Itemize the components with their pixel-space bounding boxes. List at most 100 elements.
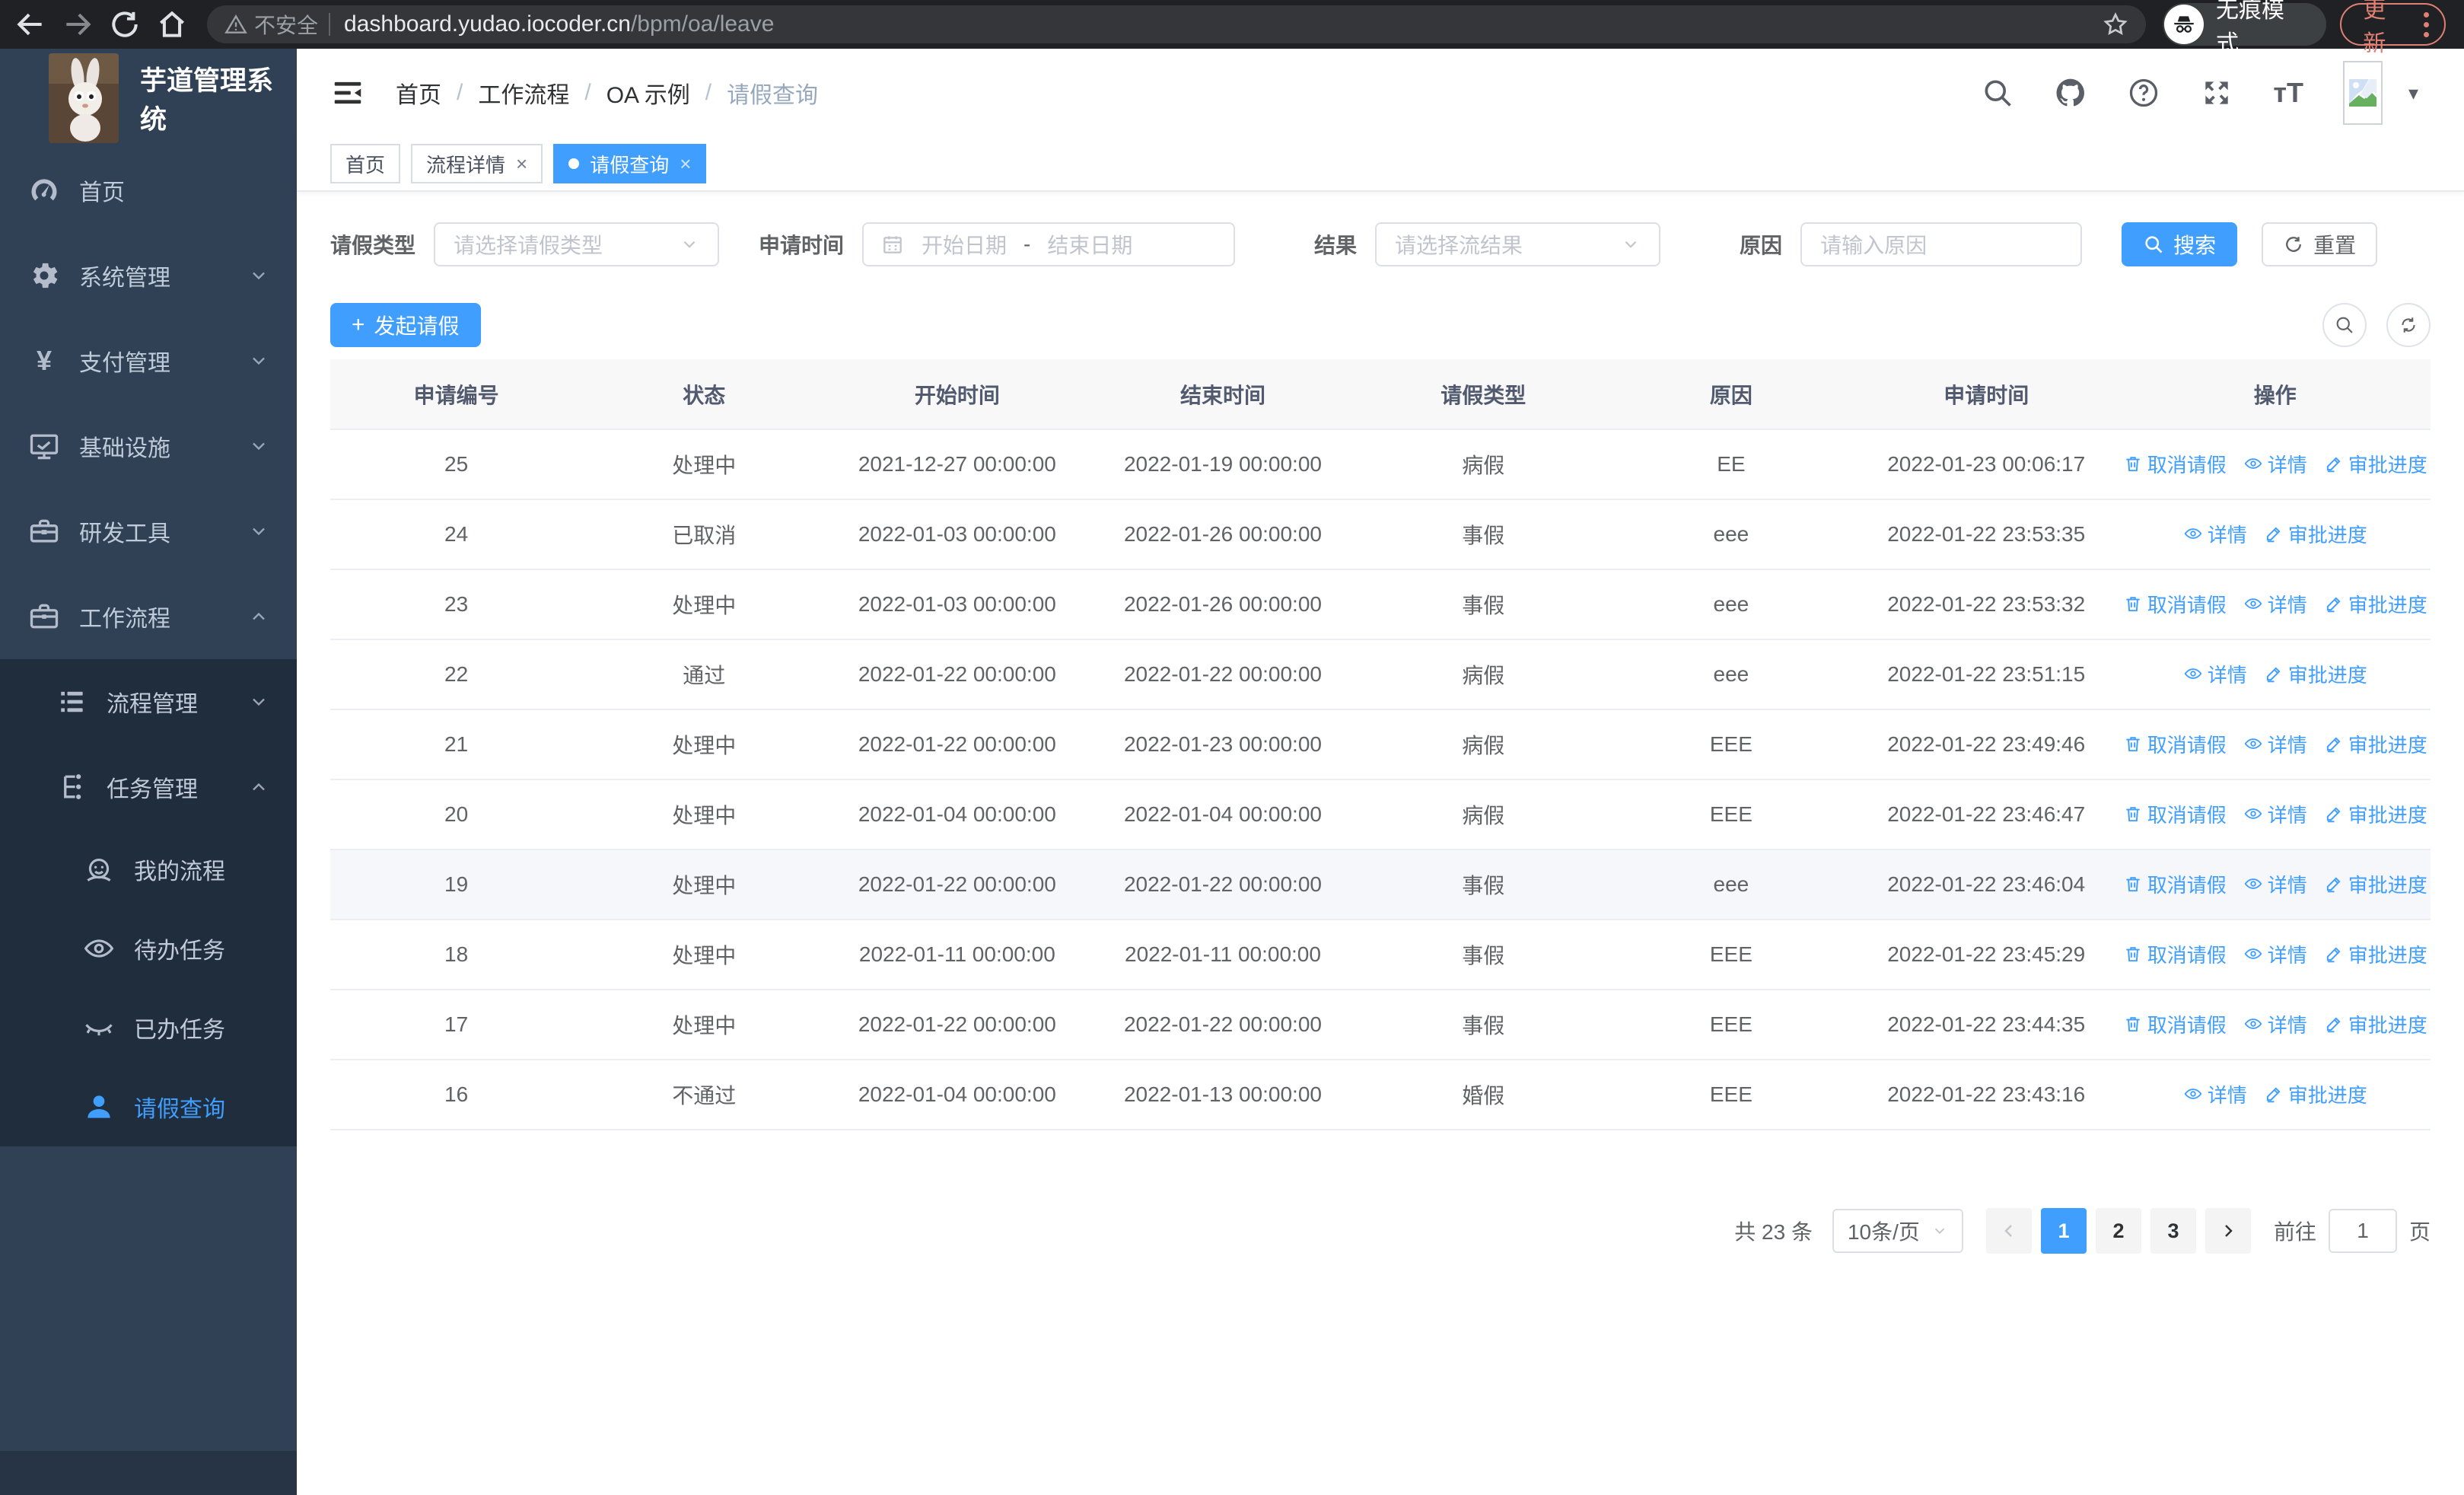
close-icon[interactable]: × [680,152,691,176]
forward-icon[interactable] [61,8,94,41]
sidebar-item-10[interactable]: 已办任务 [0,988,297,1067]
cell-start: 2022-01-04 00:00:00 [826,1060,1089,1130]
close-icon[interactable]: × [516,152,527,176]
trash-icon [2123,594,2143,614]
breadcrumb-separator: / [457,80,463,105]
breadcrumb-item[interactable]: 工作流程 [478,76,569,110]
cancel-action-link[interactable]: 取消请假 [2123,450,2227,478]
next-page-button[interactable] [2205,1208,2251,1254]
detail-action-link[interactable]: 详情 [2243,940,2307,968]
progress-action-label: 审批进度 [2348,803,2427,827]
font-size-icon[interactable]: тT [2273,76,2303,110]
sidebar-item-4[interactable]: 研发工具 [0,489,297,574]
progress-action-link[interactable]: 审批进度 [2324,1010,2427,1038]
chevron-up-icon [248,776,269,798]
chevron-right-icon [2219,1222,2237,1240]
create-leave-button[interactable]: + 发起请假 [330,303,481,347]
tab-请假查询[interactable]: 请假查询 × [553,144,707,183]
page-size-select[interactable]: 10条/页 [1832,1209,1963,1253]
result-select[interactable]: 请选择流结果 [1375,222,1661,266]
detail-action-link[interactable]: 详情 [2183,1080,2247,1108]
tab-首页[interactable]: 首页 [330,144,401,183]
bookmark-star-icon[interactable] [2102,11,2129,38]
progress-action-link[interactable]: 审批进度 [2324,590,2427,618]
leave-type-select[interactable]: 请选择请假类型 [434,222,720,266]
reset-button[interactable]: 重置 [2262,222,2378,266]
cancel-action-link[interactable]: 取消请假 [2123,940,2227,968]
prev-page-button[interactable] [1985,1208,2032,1254]
table-header-row: 申请编号 状态 开始时间 结束时间 请假类型 原因 申请时间 操作 [330,359,2431,430]
progress-action-link[interactable]: 审批进度 [2324,870,2427,898]
reason-placeholder: 请输入原因 [1820,234,1928,257]
progress-action-link[interactable]: 审批进度 [2264,1080,2367,1108]
sidebar-item-0[interactable]: 首页 [0,148,297,233]
breadcrumb-item[interactable]: 首页 [396,76,441,110]
sidebar-item-6[interactable]: 流程管理 [0,659,297,744]
cancel-action-link[interactable]: 取消请假 [2123,590,2227,618]
browser-menu-icon[interactable] [2424,11,2429,37]
refresh-table-button[interactable] [2386,303,2431,347]
sidebar-item-5[interactable]: 工作流程 [0,574,297,659]
sidebar-fold-icon[interactable] [330,75,365,110]
goto-page-input[interactable]: 1 [2328,1209,2397,1253]
cell-actions: 取消请假 详情 审批进度 [2119,920,2431,990]
security-label[interactable]: 不安全 [254,9,318,40]
reason-input[interactable]: 请输入原因 [1800,222,2083,266]
page-button-2[interactable]: 2 [2095,1208,2141,1254]
detail-action-link[interactable]: 详情 [2243,1010,2307,1038]
breadcrumb-item[interactable]: OA 示例 [606,76,690,110]
progress-action-link[interactable]: 审批进度 [2324,450,2427,478]
progress-action-link[interactable]: 审批进度 [2264,520,2367,548]
app-logo[interactable]: 芋道管理系统 [0,49,297,148]
search-button[interactable]: 搜索 [2122,222,2238,266]
search-button-label: 搜索 [2173,234,2217,257]
cell-id: 22 [330,639,583,710]
sidebar-item-11[interactable]: 请假查询 [0,1067,297,1146]
progress-action-link[interactable]: 审批进度 [2264,660,2367,688]
detail-action-link[interactable]: 详情 [2183,660,2247,688]
sidebar-item-7[interactable]: 任务管理 [0,744,297,830]
cancel-action-link[interactable]: 取消请假 [2123,800,2227,828]
toggle-search-button[interactable] [2322,303,2367,347]
apply-time-range-picker[interactable]: 开始日期 - 结束日期 [862,222,1236,266]
help-icon[interactable] [2127,76,2160,110]
back-icon[interactable] [14,8,47,41]
progress-action-link[interactable]: 审批进度 [2324,940,2427,968]
reload-icon[interactable] [108,8,142,41]
page-button-3[interactable]: 3 [2150,1208,2196,1254]
sidebar-item-2[interactable]: ¥ 支付管理 [0,318,297,403]
progress-action-label: 审批进度 [2348,873,2427,897]
home-icon[interactable] [155,8,189,41]
cell-end: 2022-01-13 00:00:00 [1088,1060,1358,1130]
detail-action-link[interactable]: 详情 [2243,730,2307,758]
detail-action-link[interactable]: 详情 [2243,450,2307,478]
avatar-caret-icon[interactable]: ▾ [2396,81,2431,105]
cancel-action-link[interactable]: 取消请假 [2123,1010,2227,1038]
sidebar-item-1[interactable]: 系统管理 [0,233,297,318]
browser-update-button[interactable]: 更新 [2340,0,2446,56]
progress-action-link[interactable]: 审批进度 [2324,800,2427,828]
cancel-action-link[interactable]: 取消请假 [2123,730,2227,758]
tab-流程详情[interactable]: 流程详情 × [411,144,543,183]
progress-action-link[interactable]: 审批进度 [2324,730,2427,758]
github-icon[interactable] [2054,76,2087,110]
sidebar-item-label: 我的流程 [134,859,225,885]
cell-actions: 取消请假 详情 审批进度 [2119,850,2431,920]
sidebar-collapse-bar[interactable] [0,1451,297,1495]
edit-icon [2264,1084,2284,1104]
sidebar-item-label: 支付管理 [79,351,170,376]
detail-action-link[interactable]: 详情 [2183,520,2247,548]
avatar[interactable] [2342,61,2383,125]
page-button-1[interactable]: 1 [2040,1208,2087,1254]
detail-action-link[interactable]: 详情 [2243,590,2307,618]
fullscreen-icon[interactable] [2200,76,2233,110]
sidebar-item-8[interactable]: 我的流程 [0,830,297,909]
cell-reason: EEE [1609,990,1853,1060]
cancel-action-link[interactable]: 取消请假 [2123,870,2227,898]
sidebar-item-3[interactable]: 基础设施 [0,403,297,489]
address-bar[interactable]: 不安全 dashboard.yudao.iocoder.cn /bpm/oa/l… [207,5,2147,43]
detail-action-link[interactable]: 详情 [2243,800,2307,828]
detail-action-link[interactable]: 详情 [2243,870,2307,898]
search-icon[interactable] [1981,76,2014,110]
sidebar-item-9[interactable]: 待办任务 [0,909,297,988]
